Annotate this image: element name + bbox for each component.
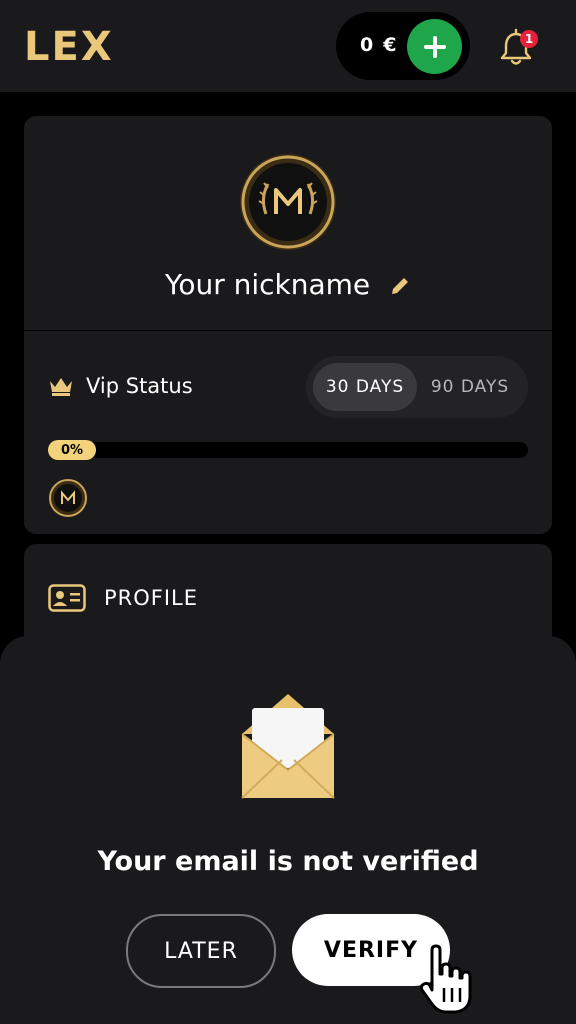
notification-badge: 1	[520, 30, 538, 48]
envelope-icon	[241, 694, 335, 799]
app-logo[interactable]: LEX	[24, 24, 114, 70]
profile-menu-item[interactable]: PROFILE	[48, 584, 198, 612]
vip-medal-avatar[interactable]	[238, 152, 338, 252]
email-not-verified-title: Your email is not verified	[97, 846, 479, 877]
hand-pointer-cursor-icon	[419, 944, 472, 1014]
id-card-icon	[48, 584, 86, 612]
vip-status-label: Vip Status	[86, 374, 193, 398]
tab-30-days[interactable]: 30 DAYS	[313, 363, 417, 411]
pencil-edit-icon[interactable]	[389, 275, 411, 297]
vip-progress-label: 0%	[48, 440, 96, 460]
vip-progress-track	[48, 442, 528, 458]
tab-90-days[interactable]: 90 DAYS	[419, 363, 521, 411]
add-funds-button[interactable]	[407, 19, 462, 74]
balance-amount: 0	[360, 34, 374, 56]
nickname-text: Your nickname	[164, 268, 371, 301]
vip-level-medal-icon	[49, 479, 87, 517]
vip-status-row: Vip Status	[48, 374, 193, 398]
crown-icon	[50, 378, 72, 396]
card-divider	[24, 330, 552, 331]
later-button[interactable]: LATER	[126, 914, 276, 988]
nickname-row: Your nickname	[0, 268, 576, 301]
balance-currency: €	[383, 34, 397, 56]
balance-display: 0 €	[360, 34, 396, 56]
plus-icon	[423, 35, 446, 58]
profile-label: PROFILE	[104, 586, 199, 610]
